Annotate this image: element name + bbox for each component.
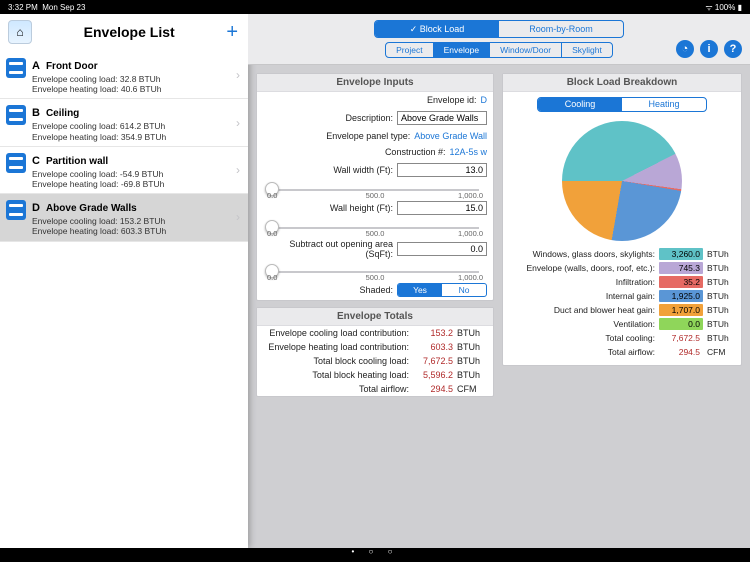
envelope-row-d[interactable]: DAbove Grade WallsEnvelope cooling load:… [0,194,248,241]
info-button[interactable]: i [700,40,718,58]
shaded-segment[interactable]: Yes No [397,283,487,297]
legend-summary-row: Total airflow:294.5CFM [509,345,735,359]
legend-summary-row: Total cooling:7,672.5BTUh [509,331,735,345]
wall-width-input[interactable] [397,163,487,177]
envelope-row-c[interactable]: CPartition wallEnvelope cooling load: -5… [0,147,248,194]
chevron-right-icon: › [236,163,240,177]
shaded-yes[interactable]: Yes [398,284,442,296]
totals-row: Envelope cooling load contribution:153.2… [257,326,493,340]
totals-row: Total block heating load:5,596.2BTUh [257,368,493,382]
mode-block-load[interactable]: ✓ Block Load [375,21,499,37]
envelope-inputs-panel: Envelope Inputs Envelope id:D Descriptio… [256,73,494,301]
totals-row: Total airflow:294.5CFM [257,382,493,396]
tab-skylight[interactable]: Skylight [562,43,612,57]
legend-row: Ventilation:0.0BTUh [509,317,735,331]
envelope-list: AFront DoorEnvelope cooling load: 32.8 B… [0,52,248,548]
wall-width-slider[interactable]: 0.0500.01,000.0 [257,180,493,198]
breakdown-heating[interactable]: Heating [622,98,706,111]
shaded-no[interactable]: No [442,284,486,296]
breakdown-panel: Block Load Breakdown Cooling Heating Win… [502,73,742,366]
mode-room-by-room[interactable]: Room-by-Room [499,21,623,37]
status-bar: 3:32 PM Mon Sep 23 ᯤ 100% ▮ [0,0,750,14]
legend-row: Internal gain:1,925.0BTUh [509,289,735,303]
battery-icon: ▮ [738,3,742,12]
legend-row: Envelope (walls, doors, roof, etc.):745.… [509,261,735,275]
breakdown-pie-chart [562,121,682,241]
status-date: Mon Sep 23 [42,3,85,12]
reports-button[interactable]: ◔ [676,40,694,58]
status-time: 3:32 PM [8,3,38,12]
breakdown-mode-segment[interactable]: Cooling Heating [537,97,707,112]
construction-picker[interactable]: 12A-5s w [449,147,487,157]
inputs-title: Envelope Inputs [257,74,493,92]
wall-height-input[interactable] [397,201,487,215]
opening-area-input[interactable] [397,242,487,256]
envelope-icon [6,105,26,125]
legend-row: Windows, glass doors, skylights:3,260.0B… [509,247,735,261]
help-button[interactable]: ? [724,40,742,58]
panel-type-picker[interactable]: Above Grade Wall [414,131,487,141]
description-input[interactable] [397,111,487,125]
envelope-icon [6,153,26,173]
breakdown-cooling[interactable]: Cooling [538,98,622,111]
mode-segment[interactable]: ✓ Block Load Room-by-Room [374,20,624,38]
envelope-row-b[interactable]: BCeilingEnvelope cooling load: 614.2 BTU… [0,99,248,146]
totals-title: Envelope Totals [257,308,493,326]
totals-row: Envelope heating load contribution:603.3… [257,340,493,354]
envelope-row-a[interactable]: AFront DoorEnvelope cooling load: 32.8 B… [0,52,248,99]
envelope-list-sidebar: ⌂ Envelope List + AFront DoorEnvelope co… [0,14,248,548]
chevron-right-icon: › [236,68,240,82]
breakdown-legend: Windows, glass doors, skylights:3,260.0B… [503,247,741,359]
tab-windowdoor[interactable]: Window/Door [490,43,562,57]
sidebar-title: Envelope List [32,24,226,40]
chevron-right-icon: › [236,210,240,224]
legend-row: Duct and blower heat gain:1,707.0BTUh [509,303,735,317]
legend-row: Infiltration:35.2BTUh [509,275,735,289]
opening-area-slider[interactable]: 0.0500.01,000.0 [257,262,493,280]
add-envelope-button[interactable]: + [226,21,238,44]
page-indicator[interactable]: • ○ ○ [0,547,750,556]
wifi-icon: ᯤ [705,3,712,12]
totals-row: Total block cooling load:7,672.5BTUh [257,354,493,368]
chevron-right-icon: › [236,116,240,130]
section-tabs[interactable]: ProjectEnvelopeWindow/DoorSkylight [385,42,613,58]
envelope-totals-panel: Envelope Totals Envelope cooling load co… [256,307,494,397]
app-icon[interactable]: ⌂ [8,20,32,44]
breakdown-title: Block Load Breakdown [503,74,741,92]
envelope-id-value: D [481,95,488,105]
wall-height-slider[interactable]: 0.0500.01,000.0 [257,218,493,236]
tab-project[interactable]: Project [386,43,433,57]
envelope-icon [6,200,26,220]
tab-envelope[interactable]: Envelope [434,43,490,57]
battery-pct: 100% [715,3,735,12]
envelope-icon [6,58,26,78]
top-toolbar: ✓ Block Load Room-by-Room ProjectEnvelop… [248,14,750,65]
